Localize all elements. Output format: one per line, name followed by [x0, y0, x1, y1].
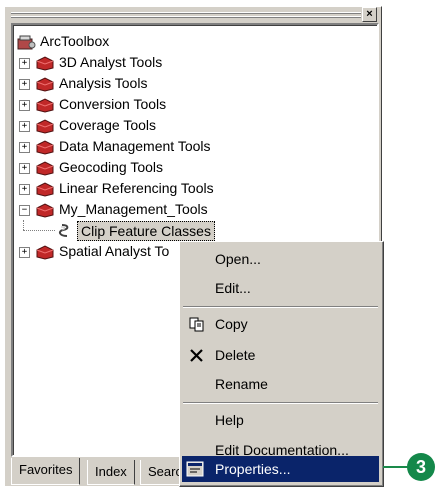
context-menu: Open... Edit... Copy Delete Rename Help … [179, 241, 384, 487]
close-icon: × [366, 8, 373, 20]
menu-item-copy[interactable]: Copy [182, 310, 379, 339]
tab-favorites[interactable]: Favorites [11, 458, 81, 485]
script-tool-icon [58, 224, 69, 237]
menu-item-properties[interactable]: Properties... [182, 456, 379, 482]
step-callout-badge: 3 [407, 453, 435, 481]
delete-icon [190, 349, 203, 362]
expand-plus-icon[interactable]: + [19, 121, 30, 132]
tree-item-data-management[interactable]: + Data Management Tools [17, 136, 317, 157]
menu-item-label: Rename [215, 376, 268, 392]
tree-item-label: Data Management Tools [59, 138, 211, 154]
tree-item-label: Spatial Analyst To [59, 243, 170, 259]
tree-item-coverage[interactable]: + Coverage Tools [17, 115, 317, 136]
expand-plus-icon[interactable]: + [19, 100, 30, 111]
close-button[interactable]: × [362, 7, 377, 22]
tree-item-label: Geocoding Tools [59, 159, 164, 175]
expand-plus-icon[interactable]: + [19, 184, 30, 195]
expand-plus-icon[interactable]: + [19, 142, 30, 153]
menu-item-label: Help [215, 412, 244, 428]
tree-root[interactable]: ArcToolbox [17, 31, 217, 52]
toolbox-icon [36, 98, 54, 113]
dock-grip[interactable] [11, 10, 361, 19]
menu-item-edit[interactable]: Edit... [182, 274, 379, 303]
tree-item-conversion[interactable]: + Conversion Tools [17, 94, 317, 115]
tree-item-label: My_Management_Tools [59, 201, 208, 217]
toolbox-icon [36, 140, 54, 155]
menu-item-open[interactable]: Open... [182, 245, 379, 274]
collapse-minus-icon[interactable]: − [19, 205, 30, 216]
tree-item-label: 3D Analyst Tools [59, 54, 163, 70]
tree-item-label: Conversion Tools [59, 96, 167, 112]
expand-plus-icon[interactable]: + [19, 58, 30, 69]
tree-item-linear-referencing[interactable]: + Linear Referencing Tools [17, 178, 317, 199]
tree-item-clip-feature-classes[interactable]: Clip Feature Classes [17, 220, 317, 241]
menu-item-label: Open... [215, 251, 261, 267]
tree-root-label: ArcToolbox [40, 33, 110, 49]
copy-icon [189, 317, 204, 332]
menu-separator [183, 402, 378, 404]
expand-plus-icon[interactable]: + [19, 163, 30, 174]
expand-plus-icon[interactable]: + [19, 79, 30, 90]
menu-item-label: Delete [215, 347, 256, 363]
menu-separator [183, 306, 378, 308]
toolbox-icon [36, 56, 54, 71]
menu-item-delete[interactable]: Delete [182, 341, 379, 370]
toolbox-icon [36, 182, 54, 197]
toolbox-icon [36, 245, 54, 260]
arctoolbox-icon [17, 35, 36, 50]
tree-item-label: Linear Referencing Tools [59, 180, 214, 196]
tree-item-geocoding[interactable]: + Geocoding Tools [17, 157, 317, 178]
tree-item-my-management[interactable]: − My_Management_Tools [17, 199, 317, 220]
menu-item-label: Properties... [215, 461, 291, 477]
expand-plus-icon[interactable]: + [19, 247, 30, 258]
tree-item-3d-analyst[interactable]: + 3D Analyst Tools [17, 52, 317, 73]
menu-item-help[interactable]: Help [182, 406, 379, 435]
properties-icon [186, 461, 204, 477]
menu-item-label: Edit... [215, 280, 251, 296]
tree-item-label: Coverage Tools [59, 117, 157, 133]
menu-item-label: Copy [215, 316, 248, 332]
menu-item-rename[interactable]: Rename [182, 370, 379, 399]
tree-item-label: Analysis Tools [59, 75, 148, 91]
tree-item-analysis[interactable]: + Analysis Tools [17, 73, 317, 94]
tab-index[interactable]: Index [87, 460, 135, 485]
toolbox-icon [36, 203, 54, 218]
tree-item-label: Clip Feature Classes [77, 221, 215, 241]
toolbox-icon [36, 161, 54, 176]
callout-leader-line [383, 466, 410, 468]
toolbox-icon [36, 119, 54, 134]
toolbox-icon [36, 77, 54, 92]
